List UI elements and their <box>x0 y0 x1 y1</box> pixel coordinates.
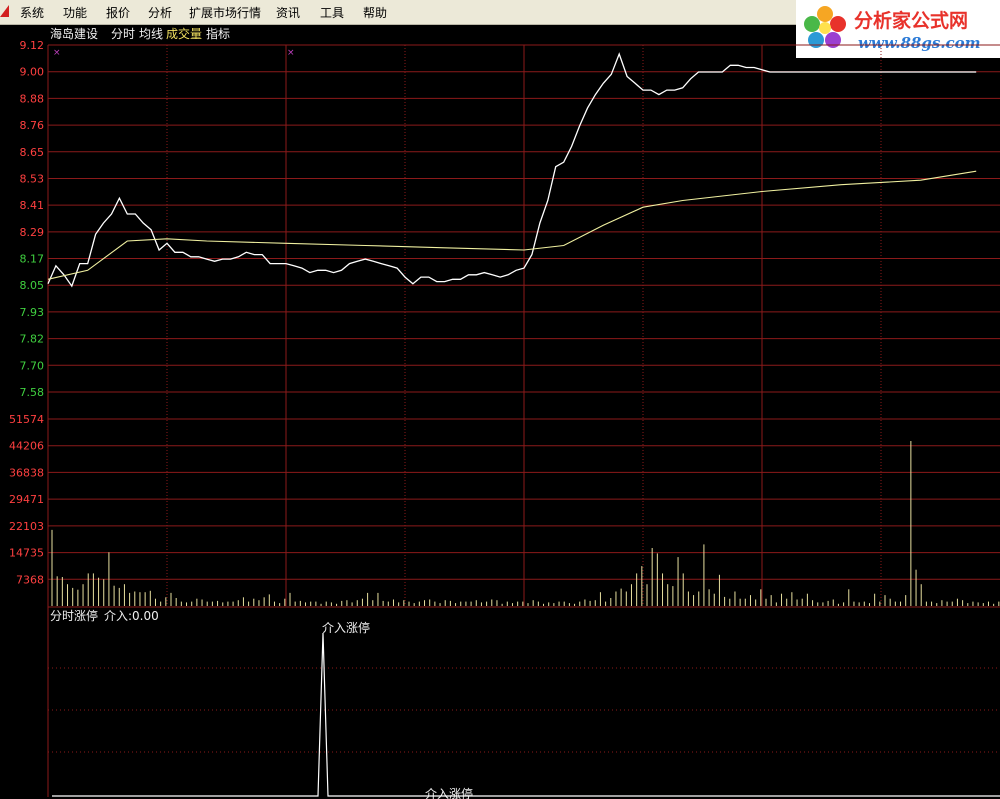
indicator-panel: 分时涨停 介入:0.00 介入涨停 介入涨停 <box>50 608 1000 799</box>
price-tick-label: 7.93 <box>20 306 45 319</box>
price-tick-label: 8.29 <box>20 226 45 239</box>
indicator-line <box>52 632 1000 797</box>
indicator-bottom-annotation: 介入涨停 <box>425 786 473 799</box>
volume-label[interactable]: 成交量 <box>166 26 202 41</box>
menu-item-quote[interactable]: 报价 <box>106 4 130 21</box>
price-tick-label: 7.70 <box>20 359 45 372</box>
price-tick-label: 8.88 <box>20 92 45 105</box>
volume-tick-label: 44206 <box>9 440 44 453</box>
menu-item-help[interactable]: 帮助 <box>363 4 387 21</box>
price-tick-label: 7.82 <box>20 333 45 346</box>
price-tick-label: 9.00 <box>20 66 45 79</box>
price-tick-label: 8.65 <box>20 146 45 159</box>
price-tick-label: 8.41 <box>20 199 45 212</box>
volume-tick-label: 51574 <box>9 413 44 426</box>
app-icon[interactable] <box>0 5 9 17</box>
intraday-chart[interactable]: 9.12 9.00 8.88 8.76 8.65 8.53 8.41 8.29 8.17 8.05… <box>0 25 1000 799</box>
time-label[interactable]: 分时 <box>111 27 135 41</box>
menu-item-analysis[interactable]: 分析 <box>148 4 172 21</box>
indicator-label[interactable]: 指标 <box>206 26 230 41</box>
price-lines <box>47 52 977 288</box>
menu-item-function[interactable]: 功能 <box>63 4 87 21</box>
volume-tick-label: 22103 <box>9 520 44 533</box>
price-tick-label: 8.17 <box>20 253 45 266</box>
volume-bars <box>51 441 1000 606</box>
price-tick-label: 8.05 <box>20 279 45 292</box>
average-line <box>47 170 977 280</box>
price-tick-label: 7.58 <box>20 386 45 399</box>
chart-grid <box>47 44 1000 797</box>
menu-item-tools[interactable]: 工具 <box>320 4 344 21</box>
indicator-top-annotation: 介入涨停 <box>322 620 370 635</box>
price-volume-axis: 9.12 9.00 8.88 8.76 8.65 8.53 8.41 8.29 8.17 8.05… <box>9 39 44 586</box>
avg-label[interactable]: 均线 <box>139 27 163 41</box>
marker-icon: × <box>287 48 295 58</box>
volume-tick-label: 29471 <box>9 493 44 506</box>
price-tick-label: 9.12 <box>20 39 45 52</box>
volume-tick-label: 7368 <box>16 573 44 586</box>
stock-name: 海岛建设 <box>50 26 98 41</box>
price-line <box>47 52 977 288</box>
indicator-title: 分时涨停 <box>50 608 98 623</box>
volume-tick-label: 36838 <box>9 466 44 479</box>
marker-icon: × <box>53 48 61 58</box>
volume-tick-label: 14735 <box>9 547 44 560</box>
menu-item-news[interactable]: 资讯 <box>276 4 300 21</box>
price-tick-label: 8.76 <box>20 119 45 132</box>
menu-item-system[interactable]: 系统 <box>20 4 44 21</box>
price-tick-label: 8.53 <box>20 172 45 185</box>
chart-header: 海岛建设 分时 均线 成交量 指标 × × <box>50 26 295 58</box>
menu-item-extended-market[interactable]: 扩展市场行情 <box>189 4 261 21</box>
indicator-value: 介入:0.00 <box>104 609 159 623</box>
